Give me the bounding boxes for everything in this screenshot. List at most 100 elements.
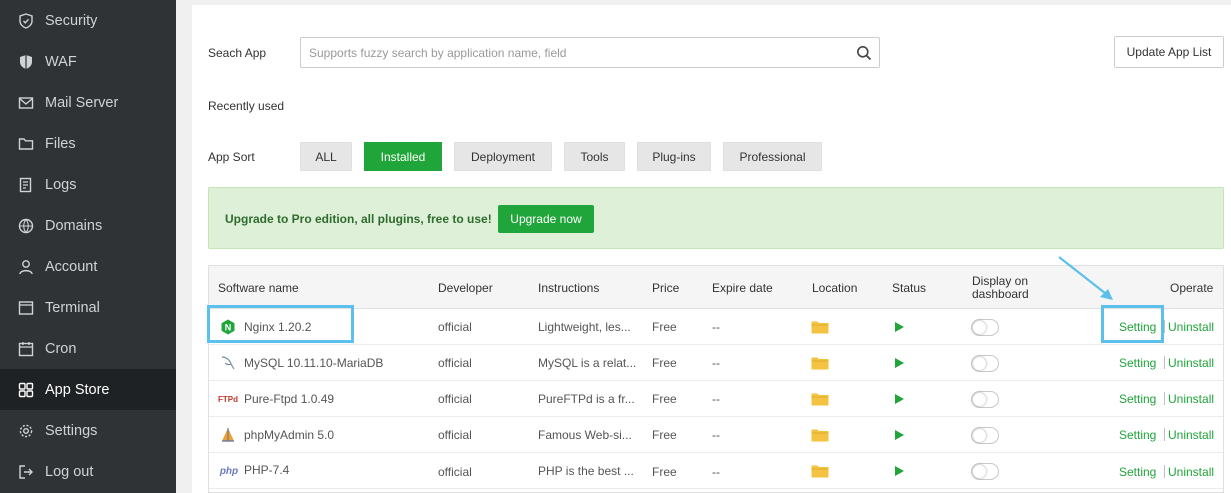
sidebar-item-domains[interactable]: Domains <box>0 205 176 246</box>
status-running-icon[interactable] <box>893 357 905 369</box>
app-developer: official <box>438 356 472 370</box>
setting-link[interactable]: Setting <box>1119 465 1156 479</box>
app-price: Free <box>652 356 677 370</box>
sidebar-item-label: Cron <box>45 340 77 357</box>
sidebar-item-security[interactable]: Security <box>0 0 176 41</box>
sidebar-item-log-out[interactable]: Log out <box>0 451 176 492</box>
folder-location-icon[interactable] <box>811 464 829 478</box>
dashboard-toggle[interactable] <box>971 355 999 372</box>
sidebar-item-label: Account <box>45 258 98 275</box>
folder-location-icon[interactable] <box>811 428 829 442</box>
app-price: Free <box>652 392 677 406</box>
operate-separator <box>1164 392 1165 405</box>
setting-highlight-box <box>1101 305 1164 343</box>
setting-link[interactable]: Setting <box>1119 392 1156 406</box>
shield-icon <box>17 12 35 30</box>
status-running-icon[interactable] <box>893 429 905 441</box>
sort-deployment-button[interactable]: Deployment <box>454 142 552 171</box>
app-instructions: Lightweight, les... <box>538 320 631 334</box>
apps-grid-icon <box>17 381 35 399</box>
folder-location-icon[interactable] <box>811 320 829 334</box>
search-icon[interactable] <box>856 45 872 61</box>
folder-location-icon[interactable] <box>811 392 829 406</box>
phpmyadmin-icon <box>219 427 237 443</box>
sidebar-item-label: Security <box>45 12 98 29</box>
upgrade-banner: Upgrade to Pro edition, all plugins, fre… <box>208 187 1224 249</box>
app-price: Free <box>652 428 677 442</box>
table-row: N Nginx 1.20.2 official Lightweight, les… <box>209 309 1223 345</box>
app-expire: -- <box>712 465 720 479</box>
calendar-icon <box>17 340 35 358</box>
sidebar-item-waf[interactable]: WAF <box>0 41 176 82</box>
annotation-arrow-icon <box>1058 256 1113 300</box>
folder-location-icon[interactable] <box>811 356 829 370</box>
header-location: Location <box>812 281 858 295</box>
operate-separator <box>1164 356 1165 369</box>
header-status: Status <box>892 281 927 295</box>
app-price: Free <box>652 465 677 479</box>
php-icon-text: php <box>219 465 239 477</box>
app-expire: -- <box>712 392 720 406</box>
uninstall-link[interactable]: Uninstall <box>1168 465 1214 479</box>
sidebar-item-label: App Store <box>45 381 110 398</box>
status-running-icon[interactable] <box>893 393 905 405</box>
sidebar-item-account[interactable]: Account <box>0 246 176 287</box>
sidebar-item-logs[interactable]: Logs <box>0 164 176 205</box>
update-app-list-button[interactable]: Update App List <box>1114 36 1224 68</box>
dashboard-toggle[interactable] <box>971 427 999 444</box>
sort-tools-button[interactable]: Tools <box>564 142 625 171</box>
sidebar-item-label: Log out <box>45 463 94 480</box>
setting-link[interactable]: Setting <box>1119 428 1156 442</box>
ftp-icon: FTPd <box>217 391 239 407</box>
uninstall-link[interactable]: Uninstall <box>1168 392 1214 406</box>
sidebar-item-cron[interactable]: Cron <box>0 328 176 369</box>
upgrade-now-button[interactable]: Upgrade now <box>498 205 594 233</box>
app-name: phpMyAdmin 5.0 <box>244 428 335 442</box>
app-name: Pure-Ftpd 1.0.49 <box>244 392 335 406</box>
app-developer: official <box>438 465 472 479</box>
app-instructions: MySQL is a relat... <box>538 356 637 370</box>
terminal-icon <box>17 299 35 317</box>
user-icon <box>17 258 35 276</box>
status-running-icon[interactable] <box>893 465 905 477</box>
status-running-icon[interactable] <box>893 321 905 333</box>
header-display-dashboard-line2: dashboard <box>972 287 1029 301</box>
uninstall-link[interactable]: Uninstall <box>1168 428 1214 442</box>
app-expire: -- <box>712 428 720 442</box>
sidebar-item-label: Settings <box>45 422 98 439</box>
sidebar-item-label: Domains <box>45 217 103 234</box>
header-operate: Operate <box>1170 281 1214 295</box>
sidebar-item-files[interactable]: Files <box>0 123 176 164</box>
uninstall-link[interactable]: Uninstall <box>1168 356 1214 370</box>
recently-used-label: Recently used <box>208 99 285 113</box>
uninstall-link[interactable]: Uninstall <box>1168 320 1214 334</box>
gear-icon <box>17 422 35 440</box>
mail-icon <box>17 94 35 112</box>
app-expire: -- <box>712 320 720 334</box>
app-developer: official <box>438 320 472 334</box>
sidebar-item-mail-server[interactable]: Mail Server <box>0 82 176 123</box>
operate-separator <box>1164 465 1165 478</box>
table-row: FTPd Pure-Ftpd 1.0.49 official PureFTPd … <box>209 381 1223 417</box>
app-developer: official <box>438 392 472 406</box>
dashboard-toggle[interactable] <box>971 319 999 336</box>
setting-link[interactable]: Setting <box>1119 356 1156 370</box>
sort-all-button[interactable]: ALL <box>300 142 352 171</box>
search-input[interactable] <box>301 38 879 67</box>
sidebar-item-settings[interactable]: Settings <box>0 410 176 451</box>
sidebar-item-terminal[interactable]: Terminal <box>0 287 176 328</box>
table-row: MySQL 10.11.10-MariaDB official MySQL is… <box>209 345 1223 381</box>
dashboard-toggle[interactable] <box>971 391 999 408</box>
app-name: PHP-7.4 <box>244 463 290 477</box>
sidebar-item-app-store[interactable]: App Store <box>0 369 176 410</box>
sort-professional-button[interactable]: Professional <box>723 142 822 171</box>
dashboard-toggle[interactable] <box>971 463 999 480</box>
sort-plugins-button[interactable]: Plug-ins <box>637 142 711 171</box>
sort-installed-button[interactable]: Installed <box>364 142 442 171</box>
app-store-panel: Seach App Update App List Recently used … <box>192 5 1231 493</box>
table-row: phpMyAdmin 5.0 official Famous Web-si...… <box>209 417 1223 453</box>
logout-icon <box>17 463 35 481</box>
app-name: MySQL 10.11.10-MariaDB <box>244 356 384 370</box>
sidebar: Security WAF Mail Server Files Logs Doma… <box>0 0 176 493</box>
header-price: Price <box>652 281 680 295</box>
